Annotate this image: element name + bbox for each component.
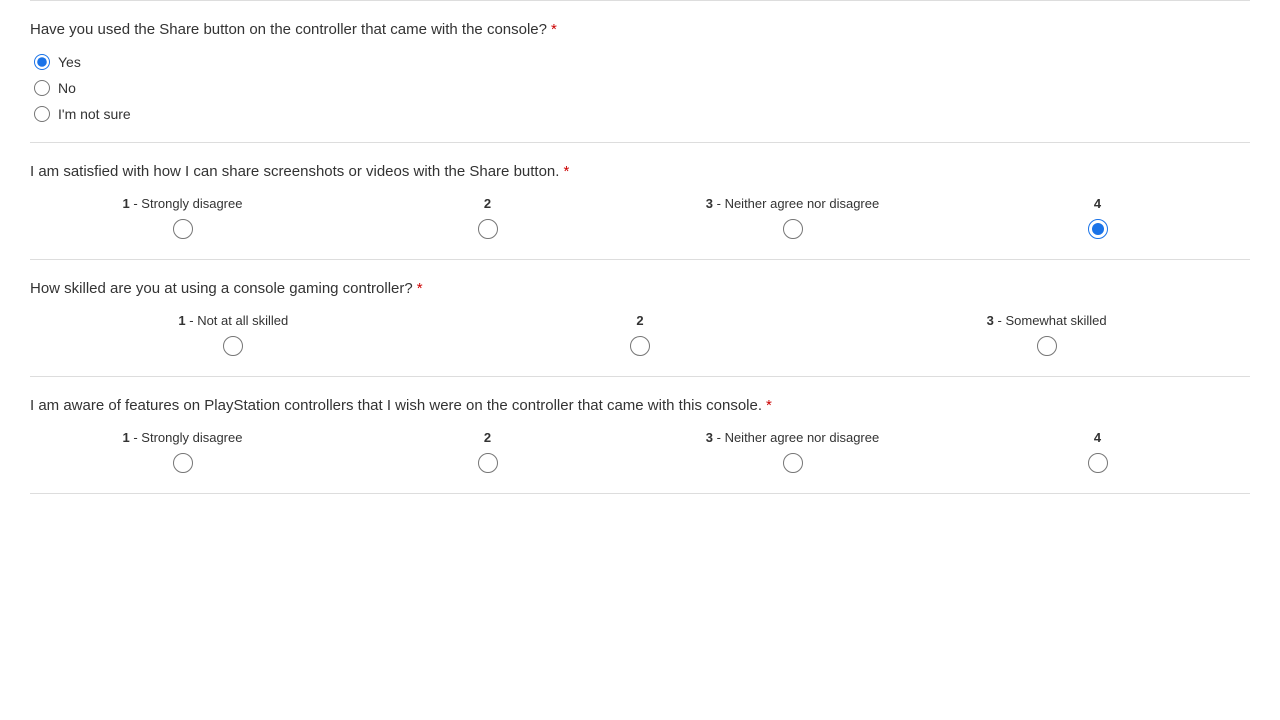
- scale-radio-3-3[interactable]: [1037, 336, 1057, 356]
- scale-radio-4-4[interactable]: [1088, 453, 1108, 473]
- question-text-3: How skilled are you at using a console g…: [30, 280, 1250, 297]
- scale-label-2-4: 4: [1094, 196, 1101, 211]
- scale-item-3-3: 3 - Somewhat skilled: [843, 313, 1250, 356]
- required-star-1: *: [551, 21, 557, 38]
- scale-group-2: 1 - Strongly disagree 2 3 - Neither agre…: [30, 196, 1250, 239]
- radio-notsure[interactable]: [34, 106, 50, 122]
- page-container: Have you used the Share button on the co…: [0, 0, 1280, 494]
- scale-item-2-1: 1 - Strongly disagree: [30, 196, 335, 239]
- question-text-4: I am aware of features on PlayStation co…: [30, 397, 1250, 414]
- question-section-4: I am aware of features on PlayStation co…: [30, 377, 1250, 494]
- radio-label-notsure: I'm not sure: [58, 106, 131, 122]
- scale-item-2-4: 4: [945, 196, 1250, 239]
- required-star-3: *: [417, 280, 423, 297]
- scale-item-4-1: 1 - Strongly disagree: [30, 430, 335, 473]
- scale-label-4-1: 1 - Strongly disagree: [123, 430, 243, 445]
- scale-label-2-1: 1 - Strongly disagree: [123, 196, 243, 211]
- scale-item-3-2: 2: [437, 313, 844, 356]
- radio-no[interactable]: [34, 80, 50, 96]
- scale-label-4-4: 4: [1094, 430, 1101, 445]
- radio-option-yes[interactable]: Yes: [34, 54, 1250, 70]
- scale-label-4-2: 2: [484, 430, 491, 445]
- required-star-4: *: [766, 397, 772, 414]
- radio-label-no: No: [58, 80, 76, 96]
- scale-radio-2-1[interactable]: [173, 219, 193, 239]
- scale-radio-2-4[interactable]: [1088, 219, 1108, 239]
- scale-group-4: 1 - Strongly disagree 2 3 - Neither agre…: [30, 430, 1250, 473]
- radio-label-yes: Yes: [58, 54, 81, 70]
- required-star-2: *: [563, 163, 569, 180]
- scale-item-4-2: 2: [335, 430, 640, 473]
- question-section-3: How skilled are you at using a console g…: [30, 260, 1250, 377]
- scale-radio-2-3[interactable]: [783, 219, 803, 239]
- scale-item-2-2: 2: [335, 196, 640, 239]
- scale-label-3-2: 2: [636, 313, 643, 328]
- scale-group-3: 1 - Not at all skilled 2 3 - Somewhat sk…: [30, 313, 1250, 356]
- scale-radio-3-1[interactable]: [223, 336, 243, 356]
- scale-item-2-3: 3 - Neither agree nor disagree: [640, 196, 945, 239]
- question-section-1: Have you used the Share button on the co…: [30, 0, 1250, 143]
- question-section-2: I am satisfied with how I can share scre…: [30, 143, 1250, 260]
- scale-radio-4-2[interactable]: [478, 453, 498, 473]
- radio-yes[interactable]: [34, 54, 50, 70]
- question-text-1: Have you used the Share button on the co…: [30, 21, 1250, 38]
- scale-item-4-3: 3 - Neither agree nor disagree: [640, 430, 945, 473]
- radio-option-notsure[interactable]: I'm not sure: [34, 106, 1250, 122]
- question-text-2: I am satisfied with how I can share scre…: [30, 163, 1250, 180]
- radio-option-no[interactable]: No: [34, 80, 1250, 96]
- scale-label-4-3: 3 - Neither agree nor disagree: [706, 430, 879, 445]
- scale-radio-4-3[interactable]: [783, 453, 803, 473]
- scale-radio-4-1[interactable]: [173, 453, 193, 473]
- scale-label-2-2: 2: [484, 196, 491, 211]
- scale-label-3-1: 1 - Not at all skilled: [178, 313, 288, 328]
- scale-radio-3-2[interactable]: [630, 336, 650, 356]
- scale-item-4-4: 4: [945, 430, 1250, 473]
- scale-item-3-1: 1 - Not at all skilled: [30, 313, 437, 356]
- scale-label-2-3: 3 - Neither agree nor disagree: [706, 196, 879, 211]
- scale-label-3-3: 3 - Somewhat skilled: [987, 313, 1107, 328]
- radio-group-1: Yes No I'm not sure: [30, 54, 1250, 122]
- scale-radio-2-2[interactable]: [478, 219, 498, 239]
